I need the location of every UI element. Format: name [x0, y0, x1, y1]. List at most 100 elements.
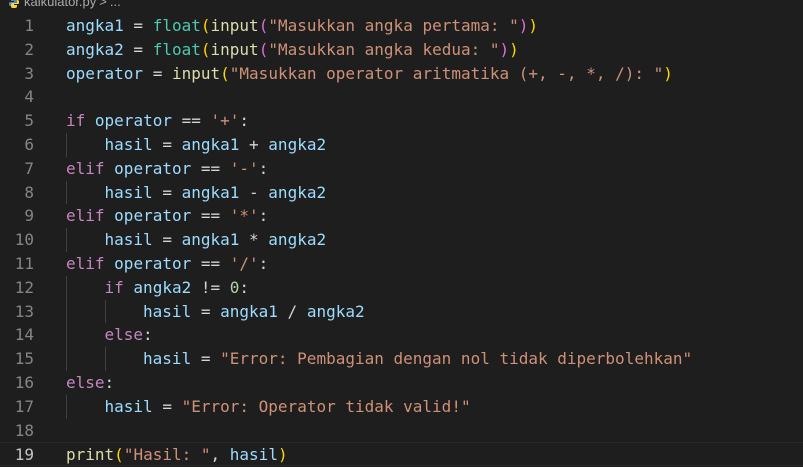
- code-token: operator: [66, 63, 144, 83]
- line-number: 19: [14, 445, 34, 465]
- breadcrumb-file-name[interactable]: kalkulator.py: [24, 0, 96, 9]
- code-token: ): [528, 16, 539, 35]
- code-text[interactable]: operator = input("Masukkan operator arit…: [66, 62, 673, 86]
- code-text[interactable]: hasil = "Error: Pembagian dengan nol tid…: [143, 347, 692, 371]
- code-token: :: [258, 158, 269, 178]
- line-number: 3: [24, 63, 34, 83]
- code-editor[interactable]: kalkulator.py >... 1 angka1 = float(input(…: [0, 0, 803, 467]
- code-line[interactable]: 12 if angka2 != 0:: [0, 275, 803, 300]
- code-line[interactable]: 4: [0, 85, 803, 109]
- code-token: angka1: [181, 182, 240, 202]
- code-line[interactable]: 17 hasil = "Error: Operator tidak valid!": [0, 394, 803, 419]
- code-lines[interactable]: 1 angka1 = float(input("Masukkan angka pe…: [0, 14, 803, 467]
- line-number: 1: [24, 16, 34, 35]
- code-token: float: [152, 16, 201, 35]
- code-line[interactable]: 1 angka1 = float(input("Masukkan angka pe…: [0, 14, 803, 38]
- code-text[interactable]: elif operator == '/':: [66, 252, 268, 276]
- code-token: operator: [94, 111, 172, 131]
- code-line[interactable]: 7 elif operator == '-':: [0, 157, 803, 181]
- code-token: angka2: [133, 277, 192, 297]
- code-line[interactable]: 13 hasil = angka1 / angka2: [0, 299, 803, 324]
- code-text[interactable]: if angka2 != 0:: [105, 276, 250, 300]
- code-line[interactable]: 16 else:: [0, 371, 803, 395]
- code-token: angka1: [181, 134, 240, 154]
- code-token: =: [191, 301, 221, 321]
- code-token: (: [258, 39, 269, 59]
- code-line[interactable]: 14 else:: [0, 323, 803, 348]
- code-token: =: [143, 63, 172, 83]
- indent-guide: [66, 323, 67, 348]
- code-token: hasil: [104, 134, 153, 154]
- line-number: 18: [14, 420, 34, 440]
- code-line[interactable]: 15 hasil = "Error: Pembagian dengan nol t…: [0, 347, 803, 371]
- code-token: hasil: [104, 182, 153, 202]
- code-text[interactable]: elif operator == '-':: [66, 157, 268, 181]
- code-token: (: [200, 16, 211, 35]
- code-token: =: [152, 396, 182, 416]
- code-token: =: [123, 39, 153, 59]
- line-number: 6: [24, 134, 34, 154]
- code-token: ==: [191, 253, 230, 273]
- code-token: '/': [229, 253, 259, 273]
- code-line[interactable]: 5 if operator == '+':: [0, 109, 803, 133]
- code-token: ,: [210, 445, 230, 465]
- code-token: ): [509, 39, 519, 59]
- line-number: 13: [14, 301, 34, 321]
- code-token: ): [499, 39, 510, 59]
- code-text[interactable]: print("Hasil: ", hasil): [66, 443, 288, 467]
- code-token: elif: [66, 253, 105, 273]
- code-token: angka2: [268, 134, 327, 154]
- code-token: angka1: [66, 16, 124, 35]
- code-token: input: [210, 16, 259, 35]
- code-line[interactable]: 19 print("Hasil: ", hasil): [0, 442, 803, 467]
- line-number: 2: [24, 39, 34, 59]
- breadcrumb-ellipsis[interactable]: ...: [110, 0, 121, 9]
- code-text[interactable]: hasil = "Error: Operator tidak valid!": [105, 395, 471, 419]
- code-token: !=: [191, 277, 230, 297]
- line-number: 12: [14, 277, 34, 297]
- code-line[interactable]: 8 hasil = angka1 - angka2: [0, 180, 803, 205]
- code-token: angka1: [181, 230, 240, 250]
- code-line[interactable]: 2 angka2 = float(input("Masukkan angka ke…: [0, 38, 803, 62]
- code-line[interactable]: 3 operator = input("Masukkan operator ari…: [0, 62, 803, 86]
- code-token: ==: [191, 206, 230, 226]
- code-token: ==: [171, 111, 211, 131]
- code-token: float: [152, 39, 201, 59]
- code-token: input: [171, 63, 221, 83]
- code-token: -: [239, 182, 269, 202]
- breadcrumb-separator: >: [99, 0, 107, 9]
- code-token: +: [239, 134, 269, 154]
- code-token: :: [143, 325, 153, 345]
- code-token: angka2: [306, 301, 365, 321]
- line-number: 9: [24, 206, 34, 226]
- code-line[interactable]: 18: [0, 419, 803, 443]
- code-text[interactable]: hasil = angka1 + angka2: [105, 133, 327, 157]
- code-line[interactable]: 10 hasil = angka1 * angka2: [0, 228, 803, 252]
- code-token: input: [210, 39, 259, 59]
- code-text[interactable]: hasil = angka1 * angka2: [105, 228, 327, 252]
- indent-guide: [104, 299, 106, 324]
- code-token: :: [239, 277, 250, 297]
- code-token: if: [66, 111, 86, 131]
- code-text[interactable]: elif operator == '*':: [66, 204, 268, 228]
- code-text[interactable]: else:: [66, 371, 114, 395]
- code-line[interactable]: 6 hasil = angka1 + angka2: [0, 132, 803, 157]
- code-token: angka2: [268, 182, 327, 202]
- code-token: =: [191, 349, 221, 369]
- code-line[interactable]: 11 elif operator == '/':: [0, 252, 803, 276]
- code-token: =: [123, 16, 153, 35]
- code-token: "Error: Pembagian dengan nol tidak diper…: [220, 349, 693, 369]
- code-text[interactable]: else:: [105, 323, 153, 347]
- code-text[interactable]: angka1 = float(input("Masukkan angka per…: [66, 14, 538, 38]
- code-line[interactable]: 9 elif operator == '*':: [0, 204, 803, 228]
- code-text[interactable]: if operator == '+':: [66, 109, 249, 133]
- code-text[interactable]: hasil = angka1 / angka2: [143, 300, 365, 324]
- code-text[interactable]: angka2 = float(input("Masukkan angka ked…: [66, 38, 519, 62]
- code-text[interactable]: hasil = angka1 - angka2: [105, 181, 327, 205]
- line-number: 7: [24, 158, 34, 178]
- code-token: '*': [229, 206, 259, 226]
- line-number: 4: [24, 87, 34, 107]
